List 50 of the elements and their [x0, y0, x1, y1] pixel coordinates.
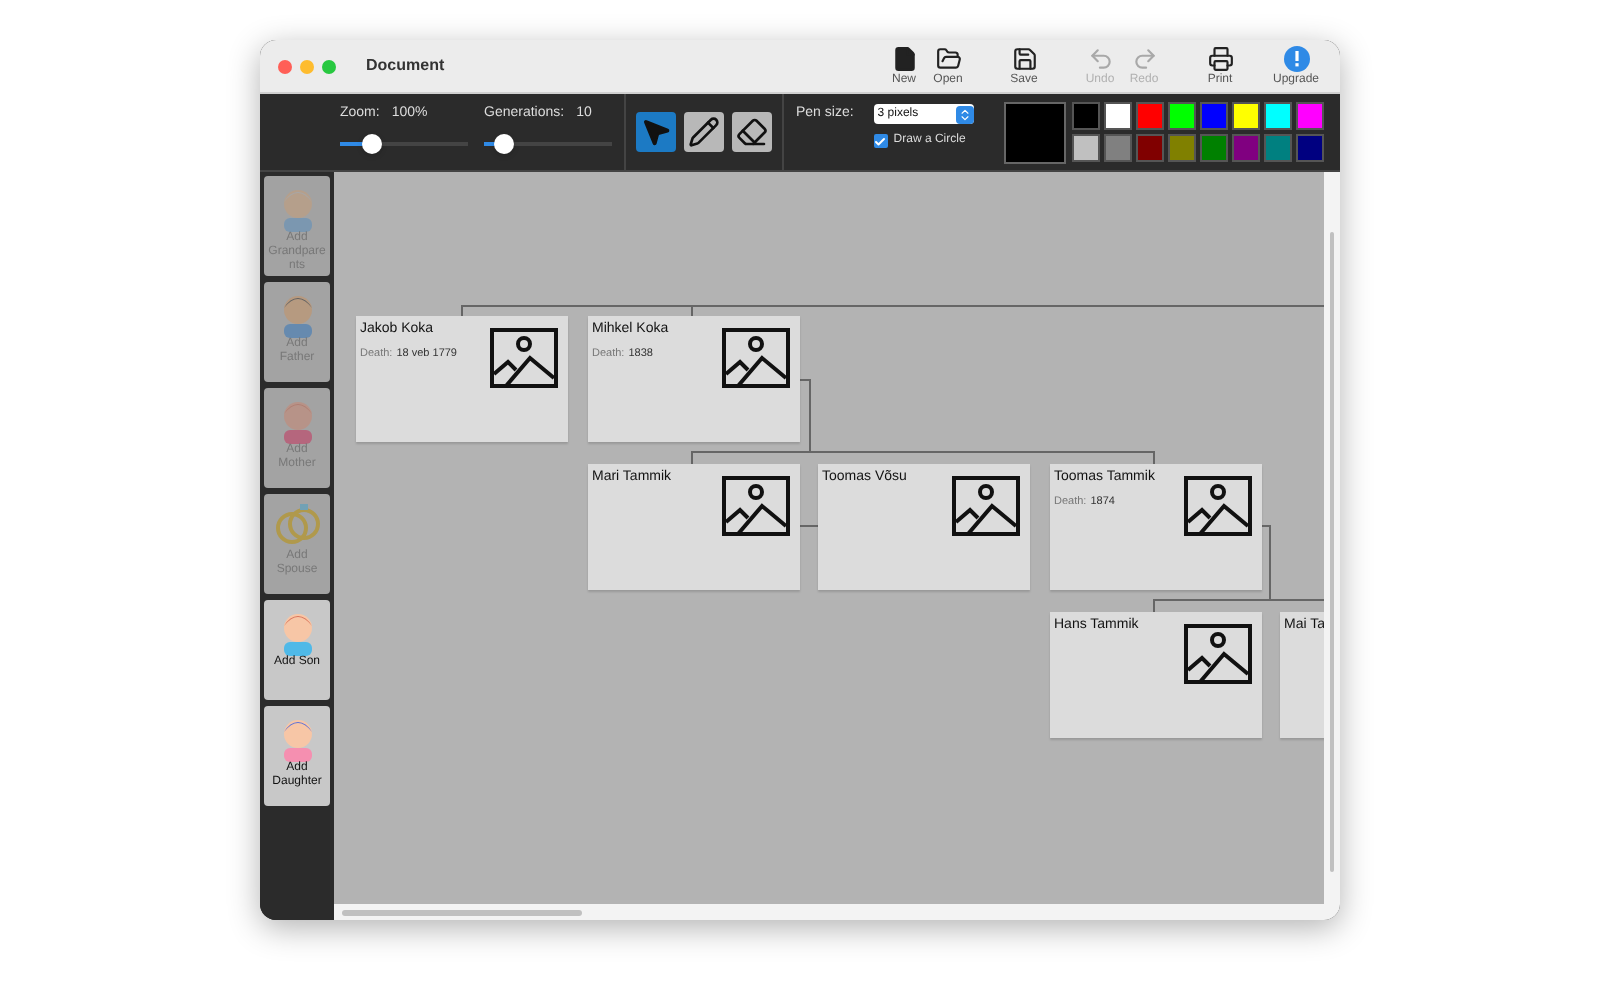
palette-swatch[interactable] [1168, 102, 1196, 130]
rings-icon [271, 498, 323, 550]
palette-swatch[interactable] [1296, 134, 1324, 162]
palette-swatch[interactable] [1296, 102, 1324, 130]
palette-swatch[interactable] [1136, 134, 1164, 162]
palette-swatch[interactable] [1232, 134, 1260, 162]
scrollbar-thumb[interactable] [1330, 232, 1334, 872]
palette-swatch[interactable] [1136, 102, 1164, 130]
connector-line [797, 525, 819, 527]
palette-swatch[interactable] [1264, 102, 1292, 130]
image-placeholder-icon [1184, 476, 1252, 536]
scrollbar-thumb[interactable] [342, 909, 582, 915]
chevron-icon [957, 107, 972, 121]
pencil-icon [688, 116, 720, 148]
image-placeholder-icon [722, 328, 790, 388]
tool-button[interactable] [636, 112, 676, 152]
tool-button[interactable] [684, 112, 724, 152]
image-placeholder-icon [722, 476, 790, 536]
palette-swatch[interactable] [1104, 134, 1132, 162]
save-icon [1011, 45, 1037, 71]
undo-icon [1087, 45, 1113, 71]
checkbox[interactable] [873, 134, 888, 148]
slider-thumb[interactable] [493, 133, 514, 153]
palette-swatch[interactable] [1200, 102, 1228, 130]
palette-swatch[interactable] [1072, 102, 1100, 130]
palette-swatch[interactable] [1104, 102, 1132, 130]
printer-icon [1207, 45, 1233, 71]
image-placeholder-icon [952, 476, 1020, 536]
palette-swatch[interactable] [1264, 134, 1292, 162]
minimize-button[interactable] [300, 59, 314, 73]
tool-button[interactable] [732, 112, 772, 152]
horizontal-scrollbar[interactable] [334, 904, 1340, 920]
pointer-icon [640, 116, 672, 148]
palette-swatch[interactable] [1232, 102, 1260, 130]
image-placeholder-icon [490, 328, 558, 388]
window-title: Document [366, 54, 445, 78]
check-icon [874, 135, 887, 147]
slider-thumb[interactable] [362, 133, 382, 153]
close-button[interactable] [278, 59, 292, 73]
info-icon [1283, 45, 1309, 71]
eraser-icon [736, 116, 768, 148]
folder-icon [935, 45, 961, 71]
palette-swatch[interactable] [1168, 134, 1196, 162]
image-placeholder-icon [1184, 624, 1252, 684]
vertical-scrollbar[interactable] [1324, 172, 1340, 904]
palette-swatch[interactable] [1072, 134, 1100, 162]
zoom-button[interactable] [322, 59, 336, 73]
document-icon [891, 45, 917, 71]
palette-swatch[interactable] [1200, 134, 1228, 162]
redo-icon [1131, 45, 1157, 71]
